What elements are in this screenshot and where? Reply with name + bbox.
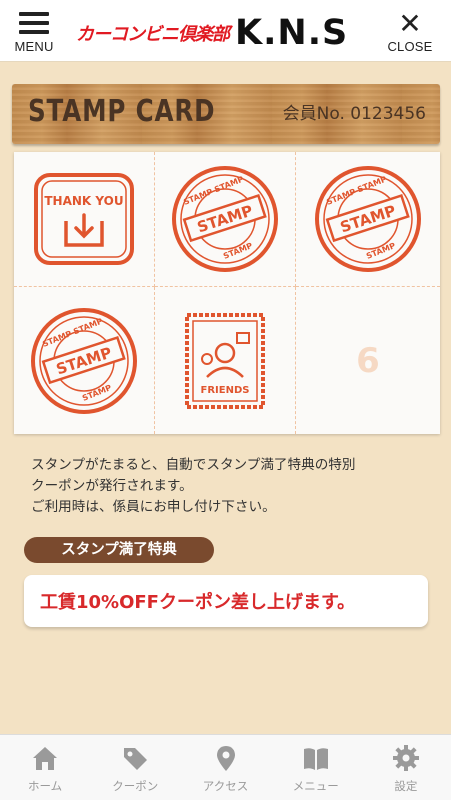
close-label: CLOSE: [387, 39, 433, 54]
home-icon: [33, 747, 58, 770]
member-number: 会員No. 0123456: [282, 104, 426, 124]
svg-text:STAMP: STAMP: [222, 241, 254, 261]
hamburger-icon: [19, 12, 49, 34]
tab-settings[interactable]: 設定: [361, 735, 451, 800]
close-button[interactable]: ✕ CLOSE: [384, 10, 436, 56]
book-icon: [303, 748, 328, 770]
stamp-cell-5: FRIENDS: [155, 287, 296, 434]
stamp-grid: THANK YOU STAMP STAMP STAMP STAMP STAMP …: [14, 152, 440, 434]
stamp-cell-2: STAMP STAMP STAMP STAMP: [155, 152, 296, 287]
app-header: MENU カーコンビニ倶楽部 K.N.S ✕ CLOSE: [0, 0, 451, 62]
cell-number: 6: [356, 340, 380, 381]
stamp-seal: STAMP STAMP STAMP STAMP: [315, 166, 421, 272]
thank-you-stamp: THANK YOU: [34, 173, 134, 265]
tab-menu[interactable]: メニュー: [271, 735, 361, 800]
description-line-2: クーポンが発行されます。: [31, 478, 193, 494]
thank-you-text: THANK YOU: [44, 194, 123, 208]
benefit-label: スタンプ満了特典: [24, 537, 214, 563]
stamp-card-title: STAMP CARD: [28, 94, 216, 129]
stamp-cell-6: 6: [296, 287, 440, 434]
menu-button[interactable]: MENU: [6, 8, 62, 56]
brand-logo: カーコンビニ倶楽部: [76, 24, 230, 45]
brand: カーコンビニ倶楽部 K.N.S: [76, 13, 376, 53]
stamp-seal: STAMP STAMP STAMP STAMP: [172, 166, 278, 272]
map-pin-icon: [216, 746, 235, 771]
close-icon: ✕: [398, 7, 422, 40]
description-line-1: スタンプがたまると、自動でスタンプ満了特典の特別: [31, 457, 356, 473]
friends-text: FRIENDS: [201, 385, 250, 396]
coupon-text: 工賃10%OFFクーポン差し上げます。: [40, 592, 356, 613]
bottom-tab-bar: ホーム クーポン アクセス メニュー 設定: [0, 734, 451, 800]
stamp-seal: STAMP STAMP STAMP STAMP: [31, 307, 137, 414]
tag-icon: [124, 748, 148, 770]
stamp-cell-4: STAMP STAMP STAMP STAMP: [14, 287, 155, 434]
menu-label: MENU: [14, 39, 54, 54]
tab-coupon[interactable]: クーポン: [90, 735, 180, 800]
gear-icon: [392, 745, 419, 771]
tab-access[interactable]: アクセス: [180, 735, 270, 800]
tab-label: メニュー: [292, 779, 339, 793]
svg-text:STAMP: STAMP: [365, 241, 397, 261]
stamp-cell-3: STAMP STAMP STAMP STAMP: [296, 152, 440, 287]
stamp-description: スタンプがたまると、自動でスタンプ満了特典の特別 クーポンが発行されます。 ご利…: [31, 455, 431, 518]
tab-label: 設定: [394, 779, 418, 793]
coupon-box: 工賃10%OFFクーポン差し上げます。: [24, 575, 428, 627]
tab-label: ホーム: [28, 779, 63, 793]
tab-home[interactable]: ホーム: [0, 735, 90, 800]
store-name: K.N.S: [235, 13, 349, 53]
friends-stamp: FRIENDS: [185, 312, 265, 409]
svg-text:STAMP: STAMP: [81, 383, 113, 403]
description-line-3: ご利用時は、係員にお申し付け下さい。: [31, 499, 276, 515]
tab-label: アクセス: [202, 779, 249, 793]
tab-label: クーポン: [112, 779, 159, 793]
stamp-card-header: STAMP CARD 会員No. 0123456: [12, 84, 440, 144]
stamp-cell-1: THANK YOU: [14, 152, 155, 287]
